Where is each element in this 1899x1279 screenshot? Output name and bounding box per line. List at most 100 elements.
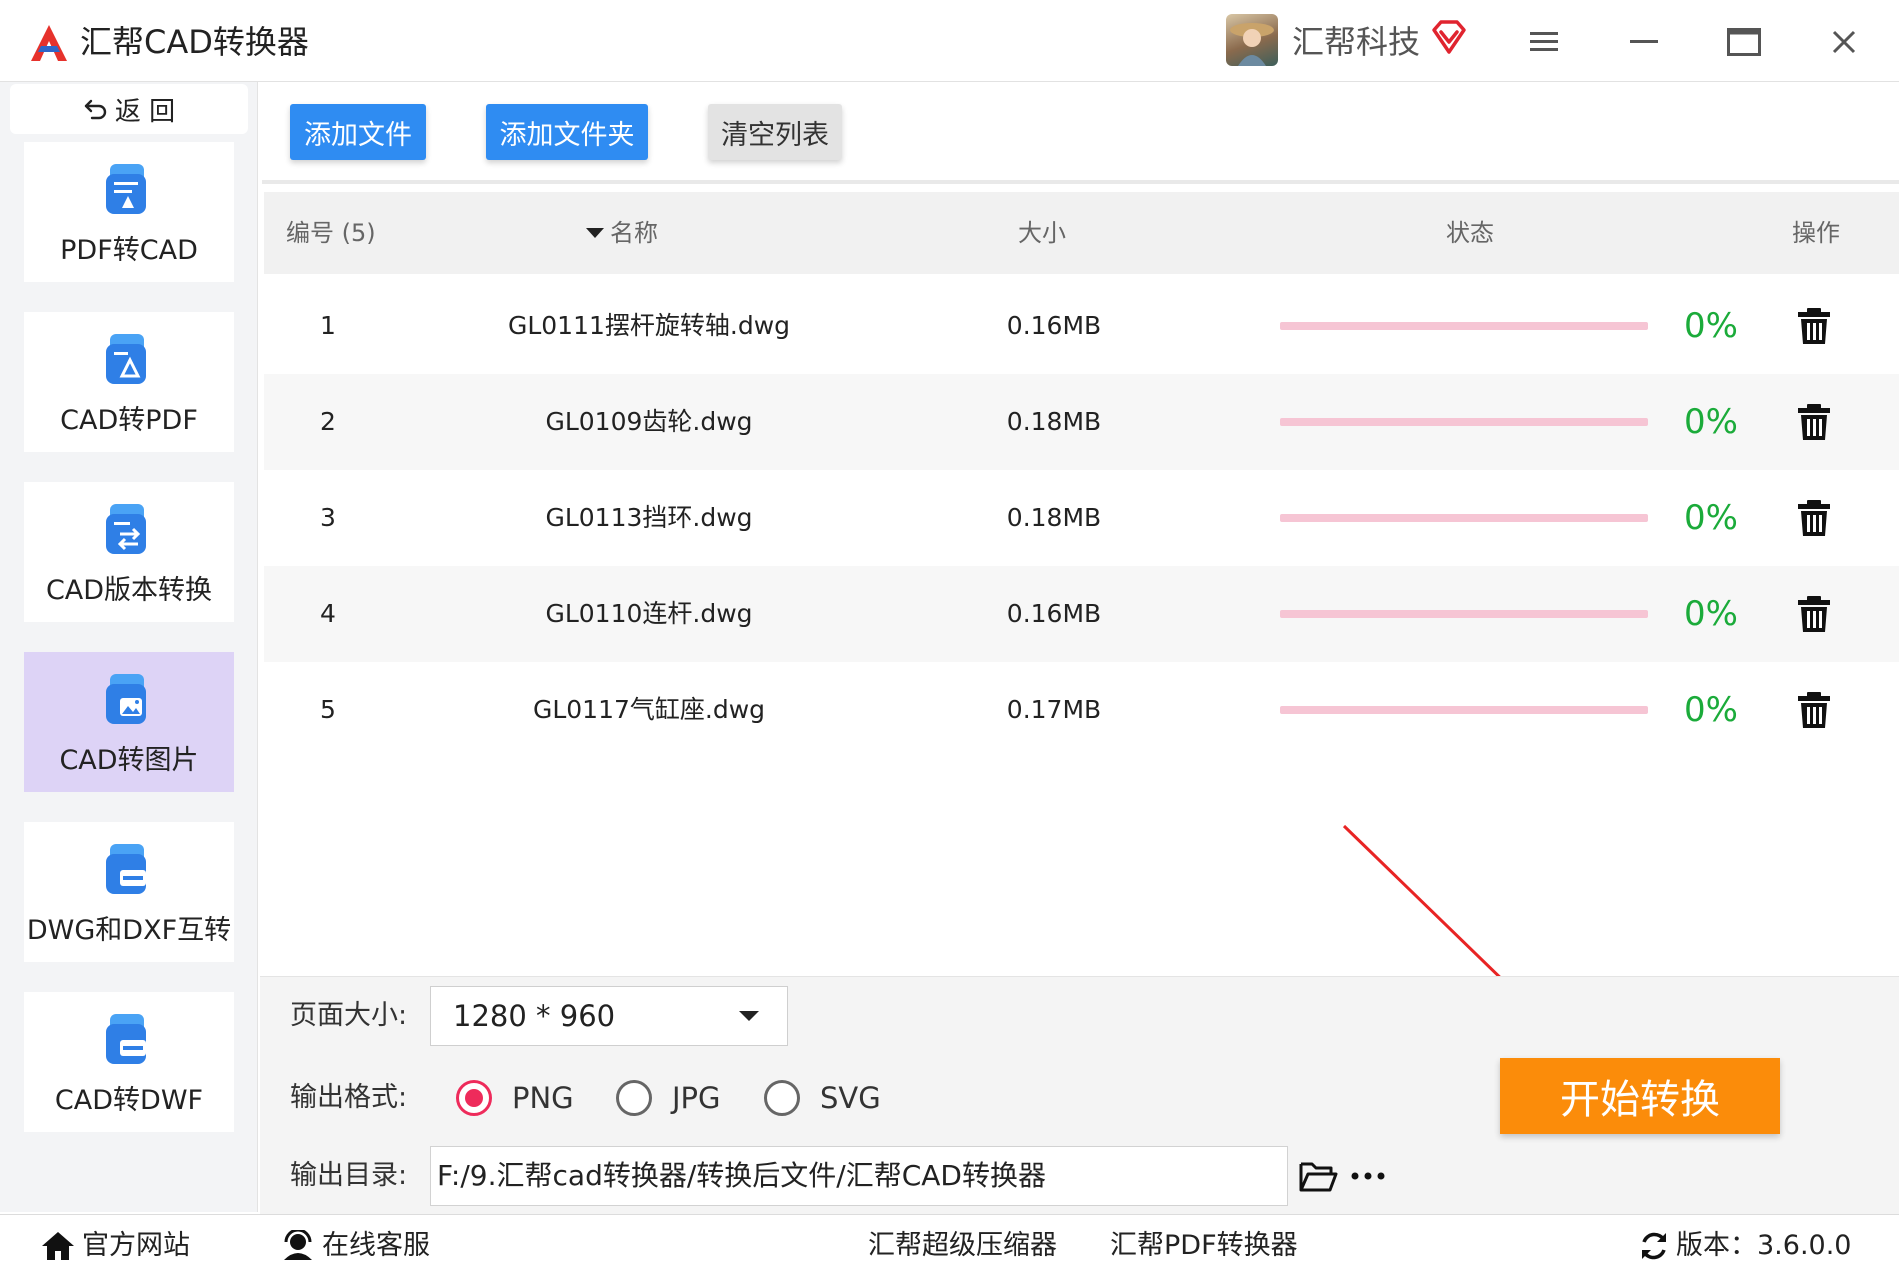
maximize-button[interactable] (1720, 20, 1768, 64)
delete-icon[interactable] (1794, 306, 1834, 346)
file-size: 0.18MB (1006, 407, 1102, 436)
footer: 官方网站 在线客服 汇帮超级压缩器 汇帮PDF转换器 版本：3.6.0.0 (0, 1214, 1899, 1279)
output-dir-field[interactable]: F:/9.汇帮cad转换器/转换后文件/汇帮CAD转换器 (430, 1146, 1288, 1206)
row-number: 5 (320, 695, 336, 724)
cad-to-pdf-icon (106, 334, 146, 384)
column-header-size[interactable]: 大小 (1018, 192, 1066, 274)
delete-icon[interactable] (1794, 402, 1834, 442)
cad-to-image-icon (106, 674, 146, 724)
pdf-converter-link[interactable]: 汇帮PDF转换器 (1110, 1215, 1298, 1277)
file-size: 0.18MB (1006, 503, 1102, 532)
start-convert-button[interactable]: 开始转换 (1500, 1058, 1780, 1134)
close-icon (1832, 30, 1856, 54)
version-info[interactable]: 版本：3.6.0.0 (1638, 1215, 1851, 1277)
table-row[interactable]: 2 GL0109齿轮.dwg 0.18MB 0% (264, 374, 1899, 470)
minimize-button[interactable] (1620, 20, 1668, 64)
sidebar-item-cad-to-pdf[interactable]: CAD转PDF (24, 312, 234, 452)
file-size: 0.16MB (1006, 311, 1102, 340)
sidebar-item-label: CAD转图片 (59, 745, 199, 776)
format-radio-png[interactable]: PNG (456, 1076, 574, 1120)
sidebar-item-cad-version-convert[interactable]: CAD版本转换 (24, 482, 234, 622)
file-name: GL0113挡环.dwg (545, 503, 753, 532)
table-row[interactable]: 3 GL0113挡环.dwg 0.18MB 0% (264, 470, 1899, 566)
output-format-label: 输出格式: (290, 1082, 408, 1113)
sidebar-item-label: DWG和DXF互转 (26, 915, 232, 946)
table-row[interactable]: 4 GL0110连杆.dwg 0.16MB 0% (264, 566, 1899, 662)
online-support-link[interactable]: 在线客服 (280, 1215, 430, 1277)
format-option-label: PNG (512, 1081, 574, 1115)
progress-bar (1280, 706, 1648, 714)
app-title: 汇帮CAD转换器 (80, 23, 309, 61)
sort-down-icon (586, 228, 604, 238)
page-size-value: 1280 * 960 (453, 999, 616, 1033)
file-name: GL0111摆杆旋转轴.dwg (507, 311, 791, 340)
table-row[interactable]: 5 GL0117气缸座.dwg 0.17MB 0% (264, 662, 1899, 758)
sidebar-item-label: PDF转CAD (60, 235, 198, 266)
add-file-button[interactable]: 添加文件 (290, 104, 426, 160)
progress-bar (1280, 322, 1648, 330)
back-button[interactable]: 返 回 (10, 84, 248, 134)
row-number: 1 (320, 311, 336, 340)
file-size: 0.17MB (1006, 695, 1102, 724)
vip-diamond-icon[interactable] (1430, 18, 1468, 56)
sidebar-item-label: CAD转DWF (54, 1085, 204, 1116)
version-label: 版本：3.6.0.0 (1676, 1230, 1852, 1261)
file-name: GL0117气缸座.dwg (532, 695, 766, 724)
dwg-dxf-convert-icon (106, 844, 146, 894)
chevron-down-icon (739, 1011, 759, 1021)
delete-icon[interactable] (1794, 594, 1834, 634)
delete-icon[interactable] (1794, 690, 1834, 730)
user-name[interactable]: 汇帮科技 (1292, 20, 1420, 64)
radio-selected-icon (456, 1080, 492, 1116)
more-options-icon[interactable] (1350, 1168, 1386, 1184)
progress-bar (1280, 610, 1648, 618)
customer-service-icon (284, 1230, 312, 1260)
format-option-label: JPG (672, 1081, 721, 1115)
table-header: 编号 (5) 名称 大小 状态 操作 (264, 192, 1899, 274)
menu-button[interactable] (1520, 20, 1568, 64)
file-size: 0.16MB (1006, 599, 1102, 628)
folder-open-icon[interactable] (1298, 1158, 1338, 1194)
row-number: 2 (320, 407, 336, 436)
official-website-link[interactable]: 官方网站 (40, 1215, 190, 1277)
clear-list-button[interactable]: 清空列表 (708, 104, 842, 160)
progress-bar (1280, 418, 1648, 426)
sidebar-item-cad-to-dwf[interactable]: CAD转DWF (24, 992, 234, 1132)
page-size-label: 页面大小: (290, 1000, 408, 1031)
refresh-icon (1642, 1232, 1666, 1260)
user-avatar[interactable] (1226, 14, 1278, 66)
hamburger-icon (1530, 32, 1558, 51)
progress-bar (1280, 514, 1648, 522)
sidebar-item-dwg-dxf-convert[interactable]: DWG和DXF互转 (24, 822, 234, 962)
page-size-dropdown[interactable]: 1280 * 960 (430, 986, 788, 1046)
format-radio-svg[interactable]: SVG (764, 1076, 881, 1120)
file-name: GL0109齿轮.dwg (545, 407, 753, 436)
table-row[interactable]: 1 GL0111摆杆旋转轴.dwg 0.16MB 0% (264, 278, 1899, 374)
column-header-action: 操作 (1792, 219, 1840, 247)
sidebar-item-label: CAD版本转换 (45, 575, 213, 606)
pdf-to-cad-icon (106, 164, 146, 214)
compressor-link[interactable]: 汇帮超级压缩器 (868, 1215, 1057, 1277)
online-support-label: 在线客服 (322, 1230, 430, 1261)
column-header-name-label: 名称 (610, 219, 658, 247)
radio-unselected-icon (616, 1080, 652, 1116)
official-website-label: 官方网站 (82, 1230, 190, 1261)
toolbar-divider (262, 180, 1899, 184)
sidebar-item-pdf-to-cad[interactable]: PDF转CAD (24, 142, 234, 282)
row-number: 3 (320, 503, 336, 532)
minimize-icon (1630, 40, 1658, 43)
delete-icon[interactable] (1794, 498, 1834, 538)
maximize-icon (1727, 28, 1761, 56)
row-number: 4 (320, 599, 336, 628)
column-header-name[interactable]: 名称 (586, 192, 658, 274)
back-label: 返 回 (114, 96, 176, 127)
back-arrow-icon (84, 99, 107, 120)
add-folder-button[interactable]: 添加文件夹 (486, 104, 648, 160)
column-header-num[interactable]: 编号 (5) (286, 192, 376, 274)
app-logo-icon (28, 22, 70, 64)
format-radio-jpg[interactable]: JPG (616, 1076, 721, 1120)
close-button[interactable] (1820, 20, 1868, 64)
home-icon (42, 1232, 74, 1260)
format-option-label: SVG (820, 1081, 881, 1115)
sidebar-item-cad-to-image[interactable]: CAD转图片 (24, 652, 234, 792)
